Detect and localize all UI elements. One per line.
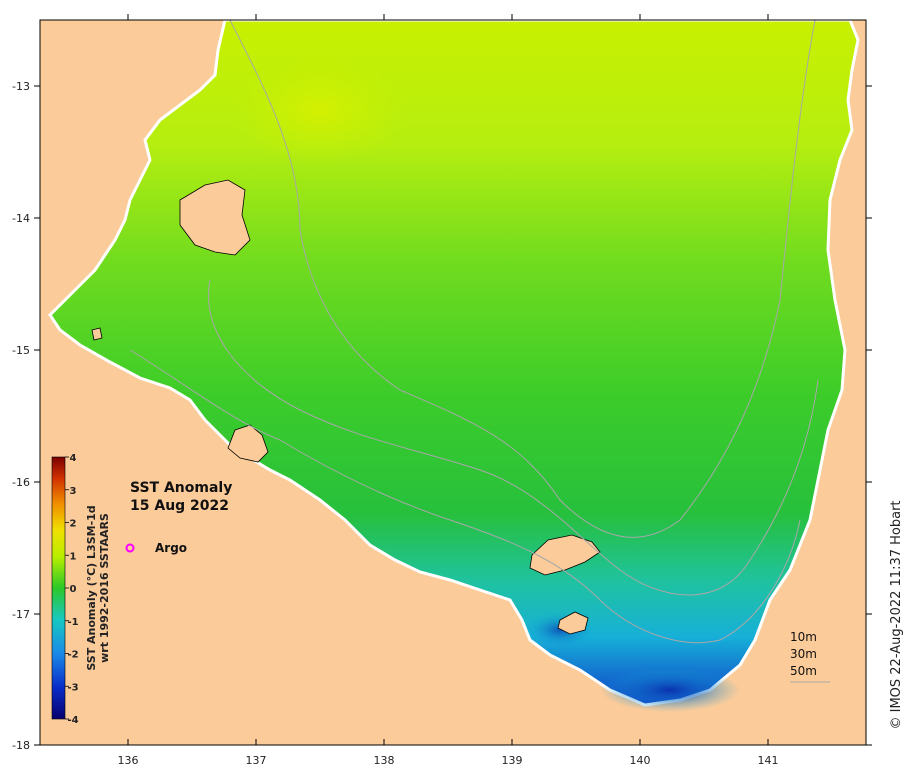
colorbar-tick-label: 3 xyxy=(70,486,77,497)
y-tick-label: -16 xyxy=(12,476,30,489)
argo-legend-label: Argo xyxy=(155,541,187,555)
x-tick-label: 136 xyxy=(118,754,139,767)
depth-label-50m: 50m xyxy=(790,664,817,678)
sst-anomaly-map: 136 137 138 139 140 141 -13-14-15-16-17-18 SS… xyxy=(12,14,904,767)
colorbar-tick-label: 2 xyxy=(70,519,77,530)
colorbar-tick-label: 1 xyxy=(70,551,77,562)
map-title-line1: SST Anomaly xyxy=(130,480,232,496)
island-small-west xyxy=(91,327,103,341)
colorbar-title-line1: SST Anomaly (°C) L3SM-1d xyxy=(85,505,98,670)
warm-patch xyxy=(230,55,410,165)
x-tick-label: 141 xyxy=(758,754,779,767)
y-tick-label: -17 xyxy=(12,608,30,621)
y-tick-label: -18 xyxy=(12,739,30,752)
y-tick-label: -14 xyxy=(12,212,30,225)
x-tick-label: 138 xyxy=(374,754,395,767)
colorbar-tick-label: 0 xyxy=(70,584,77,595)
x-tick-label: 139 xyxy=(502,754,523,767)
colorbar-tick-label: -4 xyxy=(67,715,78,726)
colorbar-tick-label: -1 xyxy=(67,617,78,628)
copyright-text: © IMOS 22-Aug-2022 11:37 Hobart xyxy=(889,500,904,729)
x-tick-label: 137 xyxy=(246,754,267,767)
depth-label-30m: 30m xyxy=(790,647,817,661)
y-tick-label: -15 xyxy=(12,344,30,357)
x-tick-label: 140 xyxy=(630,754,651,767)
depth-label-10m: 10m xyxy=(790,630,817,644)
colorbar-tick-label: -3 xyxy=(67,682,78,693)
y-tick-label: -13 xyxy=(12,80,30,93)
colorbar-title-line2: wrt 1992-2016 SSTAARS xyxy=(98,513,111,663)
colorbar-tick-label: 4 xyxy=(70,453,77,464)
colorbar xyxy=(51,456,66,720)
cold-patch-south xyxy=(600,668,740,712)
colorbar-tick-label: -2 xyxy=(67,650,78,661)
map-title-line2: 15 Aug 2022 xyxy=(130,498,229,514)
